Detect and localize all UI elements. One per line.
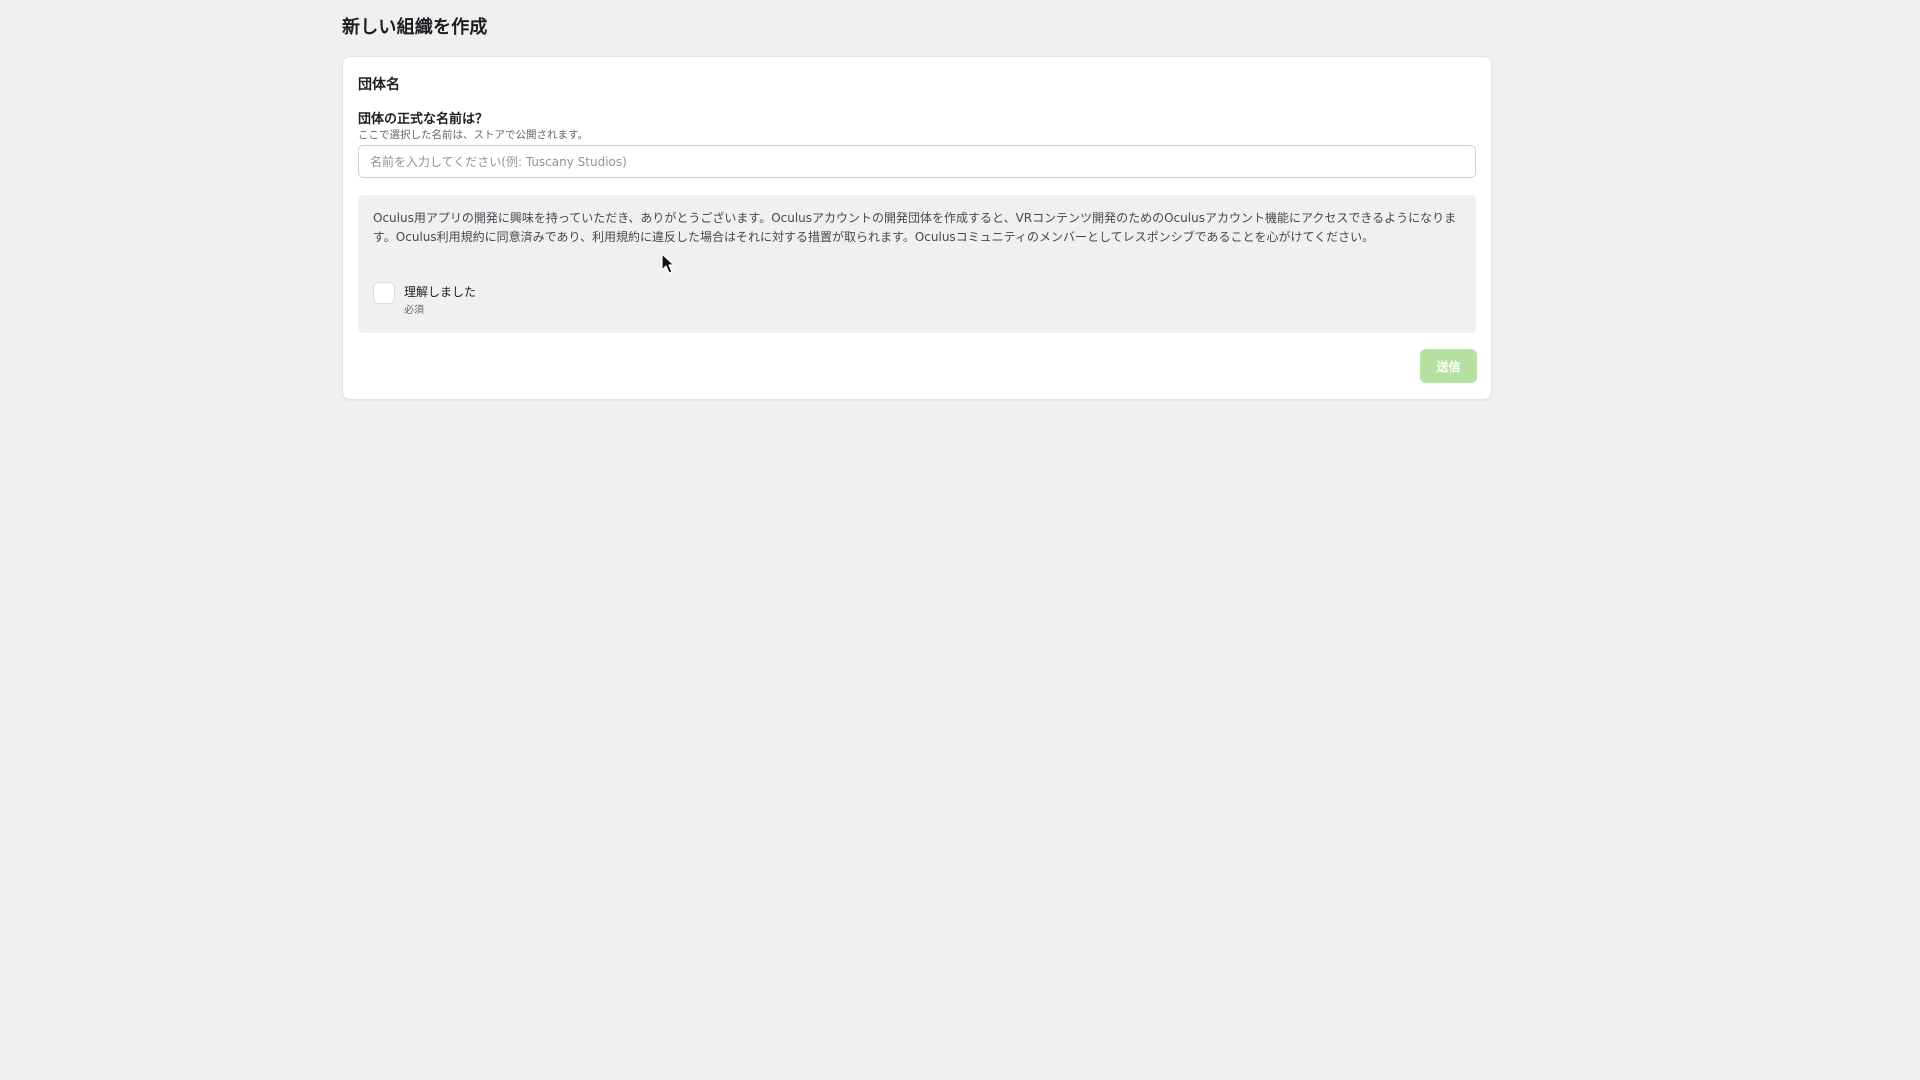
submit-button[interactable]: 送信 <box>1420 349 1477 383</box>
page-title: 新しい組織を作成 <box>342 17 488 38</box>
understood-checkbox-label[interactable]: 理解しました <box>404 283 476 300</box>
create-organization-card: 団体名 団体の正式な名前は？ ここで選択した名前は、ストアで公開されます。 Oc… <box>342 56 1492 400</box>
organization-name-help: ここで選択した名前は、ストアで公開されます。 <box>358 129 588 141</box>
terms-notice-text: Oculus用アプリの開発に興味を持っていただき、ありがとうございます。Ocul… <box>373 211 1457 244</box>
required-indicator: 必須 <box>404 305 424 316</box>
organization-name-input[interactable] <box>358 145 1476 178</box>
organization-name-label: 団体の正式な名前は？ <box>358 112 489 127</box>
page: 新しい組織を作成 団体名 団体の正式な名前は？ ここで選択した名前は、ストアで公… <box>0 0 1920 1080</box>
terms-notice-box: Oculus用アプリの開発に興味を持っていただき、ありがとうございます。Ocul… <box>358 195 1476 333</box>
understood-checkbox[interactable] <box>373 282 395 304</box>
section-title: 団体名 <box>358 77 400 93</box>
